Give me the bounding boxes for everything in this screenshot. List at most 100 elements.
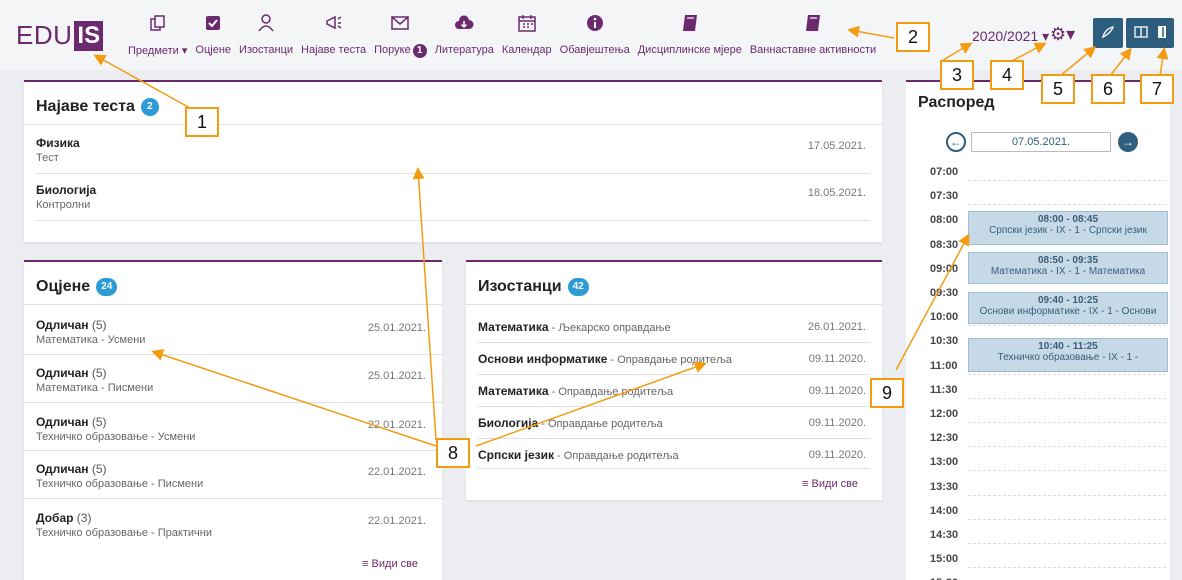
door-icon [1157,25,1167,42]
nav-item-discipline[interactable]: Дисциплинске мјере [638,12,742,58]
lesson-time: 08:00 - 08:45 [1037,214,1099,225]
logo-box: IS [74,20,104,51]
calendar-icon [516,12,538,34]
lesson-block[interactable]: 10:40 - 11:25 Техничко образовање - IX -… [968,338,1168,372]
item-title: Физика [36,136,80,150]
lesson-block[interactable]: 09:40 - 10:25 Основи информатике - IX - … [968,292,1168,324]
info-icon [584,12,606,34]
list-item[interactable]: Одличан (5) Математика - Писмени 25.01.2… [36,366,430,394]
list-item[interactable]: Биологија - Оправдање родитеља 09.11.202… [478,416,870,436]
item-sub: Тест [36,152,59,164]
nav-label: Дисциплинске мјере [637,44,742,56]
grades-title: Оцјене 24 [36,278,118,296]
nav-item-extracurricular[interactable]: Ваннаставне активности [750,12,876,58]
absences-see-all-link[interactable]: ≡ Види све [802,478,858,490]
item-date: 17.05.2021. [807,140,866,152]
nav-item-subjects[interactable]: Предмети ▾ [128,12,187,58]
item-date: 09.11.2020. [808,417,866,429]
time-label: 07:30 [930,190,959,203]
item-sub: Контролни [36,199,91,211]
envelope-icon [389,12,411,34]
nav-item-literature[interactable]: Литература [435,12,494,58]
time-gridline [968,567,1166,569]
nav-item-messages[interactable]: Поруке 1 [374,12,427,58]
school-year-select[interactable]: 2020/2021 ▾ [972,28,1049,45]
feather-icon [1101,25,1115,42]
callout-8: 8 [436,438,470,468]
time-label: 09:30 [930,287,959,299]
item-date: 22.01.2021. [367,466,426,478]
next-day-button[interactable]: → [1118,132,1138,152]
list-item[interactable]: Одличан (5) Математика - Усмени 25.01.20… [36,318,430,346]
list-item[interactable]: Основи информатике - Оправдање родитеља … [478,352,870,372]
item-date: 09.11.2020. [808,449,866,461]
time-gridline [968,518,1166,520]
list-item[interactable]: Математика - Оправдање родитеља 09.11.20… [478,384,870,404]
nav-label: Литература [434,44,494,56]
list-item[interactable]: Одличан (5) Техничко образовање - Писмен… [36,462,430,490]
item-date: 22.01.2021. [367,419,426,431]
list-item[interactable]: Добар (3) Техничко образовање - Практичн… [36,511,430,539]
nav-item-notices[interactable]: Обавјештења [560,12,630,58]
nav-item-absences[interactable]: Изостанци [239,12,293,58]
time-gridline [968,325,1166,327]
logout-button[interactable] [1150,18,1174,48]
list-item[interactable]: Биологија Контролни 18.05.2021. [36,183,870,223]
time-label: 09:00 [930,262,959,275]
grades-see-all-link[interactable]: ≡ Види све [362,558,418,570]
app-logo[interactable]: EDU IS [16,20,104,51]
list-item[interactable]: Математика - Љекарско оправдање 26.01.20… [478,320,870,340]
lesson-block[interactable]: 08:00 - 08:45 Српски језик - IX - 1 - Ср… [968,211,1168,245]
item-title: Биологија [36,183,97,197]
tests-count-badge: 2 [140,98,159,116]
book-open-icon [1134,25,1148,41]
time-label: 11:30 [930,383,958,396]
absences-count-badge: 42 [567,278,589,296]
nav-label: Предмети ▾ [128,45,188,57]
time-label: 12:00 [930,408,959,420]
time-label: 08:30 [930,238,959,251]
nav-label: Оцјене [195,44,232,56]
nav-label: Обавјештења [559,44,630,56]
absences-card: Изостанци 42 Математика - Љекарско оправд… [466,260,882,500]
callout-1: 1 [185,107,219,137]
time-gridline [968,470,1166,472]
megaphone-icon [323,12,345,34]
callout-9: 9 [870,378,904,408]
time-label: 10:30 [930,335,959,348]
time-label: 12:30 [930,432,959,445]
nav-label: Календар [501,44,552,56]
time-gridline [968,373,1166,375]
grades-card: Оцјене 24 Одличан (5) Математика - Усмени… [24,260,442,580]
item-sub: Математика - Усмени [36,334,146,346]
item-date: 22.01.2021. [367,515,426,527]
list-item[interactable]: Одличан (5) Техничко образовање - Усмени… [36,415,430,443]
cloud-download-icon [453,12,475,34]
time-label: 13:00 [930,456,959,469]
lesson-block[interactable]: 08:50 - 09:35 Математика - IX - 1 - Мате… [968,252,1168,284]
time-label: 11:00 [930,359,958,372]
time-gridline [968,397,1166,399]
time-gridline [968,180,1166,181]
nav-label: Изостанци [239,44,294,56]
nav-item-tests[interactable]: Најаве теста [301,12,366,58]
absences-title: Изостанци 42 [478,278,589,296]
item-sub: Математика - Писмени [36,382,154,394]
book-icon [802,12,824,34]
item-date: 26.01.2021. [807,321,866,333]
settings-gear-icon[interactable]: ⚙▾ [1050,24,1075,45]
prev-day-button[interactable]: ← [946,132,966,152]
schedule-date-input[interactable]: 07.05.2021. [971,132,1111,152]
item-date: 09.11.2020. [808,353,866,365]
lesson-name: Основи информатике - IX - 1 - Основи [979,306,1157,317]
messages-badge: 1 [412,44,427,58]
nav-item-calendar[interactable]: Календар [502,12,552,58]
nav-item-grades[interactable]: Оцјене [195,12,231,58]
subjects-icon [147,12,169,34]
tests-card: Најаве теста 2 Физика Тест 17.05.2021. Би… [24,80,882,242]
lesson-time: 10:40 - 11:25 [1038,341,1098,352]
nav-label: Најаве теста [301,44,367,56]
edge-browser-button[interactable] [1093,18,1123,48]
list-item[interactable]: Физика Тест 17.05.2021. [36,136,870,176]
list-item[interactable]: Српски језик - Оправдање родитеља 09.11.… [478,448,870,468]
